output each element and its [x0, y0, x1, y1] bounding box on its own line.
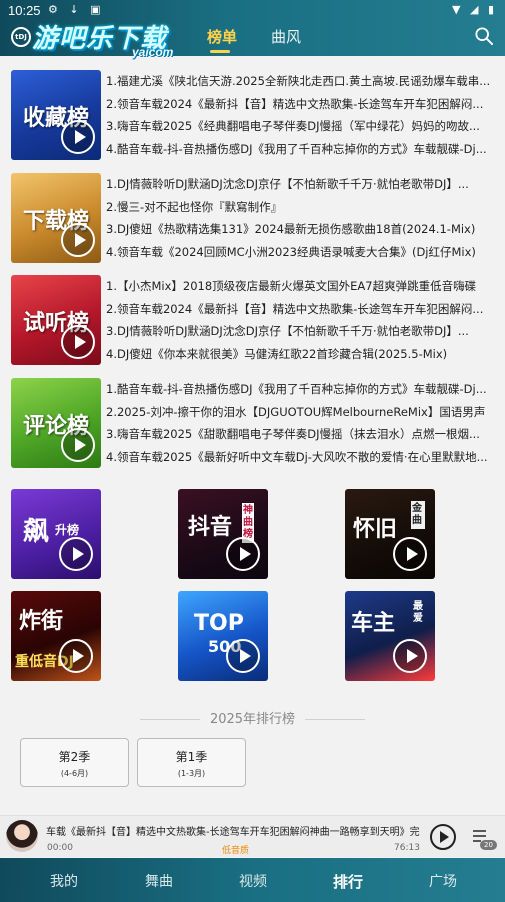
ranking-row-favorites[interactable]: 收藏榜 1.福建尤溪《陕北信天游.2025全新陕北走西口.黄土高坡.民谣劲爆车载…	[11, 70, 495, 162]
active-tab-indicator	[210, 50, 230, 53]
chart-card-rising[interactable]: 飙 升榜	[11, 489, 101, 579]
track-line[interactable]: 4.酷音车载-抖-音热播伤感DJ《我用了千百种忘掉你的方式》车载靓碟-Dj...	[106, 138, 491, 161]
nav-dance[interactable]: 舞曲	[129, 871, 189, 891]
track-line[interactable]: 2.领音车载2024《最新抖【音】精选中文热歌集-长途驾车开车犯困解闷...	[106, 93, 491, 116]
card-title: 车主	[351, 611, 396, 636]
app-logo-sub: yaicom	[132, 45, 174, 59]
play-icon[interactable]	[61, 223, 95, 257]
tab-genres[interactable]: 曲风	[271, 26, 301, 47]
nav-video[interactable]: 视频	[223, 871, 283, 891]
play-icon[interactable]	[226, 537, 260, 571]
track-line[interactable]: 4.领音车载《2024回顾MC小洲2023经典语录喊麦大合集》(Dj红仔Mix)	[106, 241, 491, 264]
ranking-cover[interactable]: 收藏榜	[11, 70, 101, 160]
chart-card-nostalgia[interactable]: 怀旧 金曲	[345, 489, 435, 579]
nav-square[interactable]: 广场	[413, 871, 473, 891]
card-title: 飙	[23, 517, 50, 547]
app-logo-icon: tDJ	[11, 27, 31, 47]
tab-rankings[interactable]: 榜单	[207, 26, 237, 47]
card-title: TOP	[194, 611, 244, 636]
track-line[interactable]: 3.DJ情薇聆听DJ默涵DJ沈念DJ京仔【不怕新歌千千万·就怕老歌带DJ】...	[106, 320, 491, 343]
track-line[interactable]: 1.DJ情薇聆听DJ默涵DJ沈念DJ京仔【不怕新歌千千万·就怕老歌带DJ】...	[106, 173, 491, 196]
track-line[interactable]: 1.福建尤溪《陕北信天游.2025全新陕北走西口.黄土高坡.民谣劲爆车载串...	[106, 70, 491, 93]
season-button[interactable]: 第2季 (4-6月)	[20, 738, 129, 787]
track-line[interactable]: 2.2025-刘冲-擦干你的泪水【DJGUOTOU辉MelbourneReMix…	[106, 401, 491, 424]
track-list: 1.福建尤溪《陕北信天游.2025全新陕北走西口.黄土高坡.民谣劲爆车载串...…	[106, 70, 491, 160]
now-playing-title[interactable]: 车载《最新抖【音】精选中文热歌集-长途驾车开车犯困解闷神曲一路畅享到天明》完	[46, 823, 424, 838]
bottom-nav: 我的 舞曲 视频 排行 广场	[0, 858, 505, 902]
track-line[interactable]: 3.嗨音车载2025《经典翻唱电子琴伴奏DJ慢摇（军中绿花）妈妈的吻故...	[106, 115, 491, 138]
play-icon[interactable]	[226, 639, 260, 673]
chart-card-top500[interactable]: TOP 500	[178, 591, 268, 681]
play-icon[interactable]	[59, 639, 93, 673]
track-line[interactable]: 2.慢三-对不起也怪你『默寫制作』	[106, 196, 491, 219]
play-icon[interactable]	[393, 537, 427, 571]
card-title: 抖音	[188, 515, 233, 540]
current-time: 00:00	[47, 843, 73, 853]
season-name: 第2季	[58, 750, 91, 764]
track-list: 1.酷音车载-抖-音热播伤感DJ《我用了千百种忘掉你的方式》车载靓碟-Dj...…	[106, 378, 491, 468]
season-button[interactable]: 第1季 (1-3月)	[137, 738, 246, 787]
play-icon[interactable]	[61, 325, 95, 359]
ranking-row-downloads[interactable]: 下载榜 1.DJ情薇聆听DJ默涵DJ沈念DJ京仔【不怕新歌千千万·就怕老歌带DJ…	[11, 173, 495, 265]
ranking-row-trial[interactable]: 试听榜 1.【小杰Mix】2018顶级夜店最新火爆英文国外EA7超爽弹跳重低音嗨…	[11, 275, 495, 367]
card-subtitle: 金曲	[411, 501, 425, 529]
app-header: 10:25 ⚙ ↓ ▣ ▼ ◢ ▮ tDJ 游吧乐下载 yaicom 榜单 曲风	[0, 0, 505, 59]
track-line[interactable]: 4.DJ傻妞《你本来就很美》马健涛红歌22首珍藏合辑(2025.5-Mix)	[106, 343, 491, 366]
status-time: 10:25	[8, 3, 41, 18]
card-subtitle: 升榜	[55, 523, 80, 537]
card-title: 怀旧	[353, 517, 398, 542]
chart-card-douyin[interactable]: 抖音 神曲榜	[178, 489, 268, 579]
section-title: 2025年排行榜	[0, 708, 505, 727]
ranking-row-comments[interactable]: 评论榜 1.酷音车载-抖-音热播伤感DJ《我用了千百种忘掉你的方式》车载靓碟-D…	[11, 378, 495, 470]
season-range: (1-3月)	[177, 769, 206, 778]
total-time: 76:13	[394, 843, 420, 853]
card-subtitle: 最爱	[413, 601, 423, 624]
track-line[interactable]: 3.DJ傻妞《热歌精选集131》2024最新无损伤感歌曲18首(2024.1-M…	[106, 218, 491, 241]
nav-ranking[interactable]: 排行	[318, 871, 378, 892]
ranking-cover[interactable]: 下载榜	[11, 173, 101, 263]
season-range: (4-6月)	[60, 769, 89, 778]
system-icons: ▼ ◢ ▮	[452, 3, 497, 16]
notification-icons: ⚙ ↓ ▣	[48, 3, 105, 16]
play-icon[interactable]	[61, 120, 95, 154]
search-icon[interactable]	[475, 27, 493, 45]
season-name: 第1季	[175, 750, 208, 764]
chart-card-driver[interactable]: 车主 最爱	[345, 591, 435, 681]
track-list: 1.DJ情薇聆听DJ默涵DJ沈念DJ京仔【不怕新歌千千万·就怕老歌带DJ】...…	[106, 173, 491, 263]
track-line[interactable]: 4.领音车载2025《最新好听中文车载Dj-大风吹不散的爱情·在心里默默地...	[106, 446, 491, 469]
queue-count-badge: 20	[480, 840, 497, 850]
track-line[interactable]: 1.【小杰Mix】2018顶级夜店最新火爆英文国外EA7超爽弹跳重低音嗨碟	[106, 275, 491, 298]
status-bar: 10:25 ⚙ ↓ ▣ ▼ ◢ ▮	[0, 0, 505, 20]
nav-mine[interactable]: 我的	[34, 871, 94, 891]
track-line[interactable]: 3.嗨音车载2025《甜歌翻唱电子琴伴奏DJ慢摇（抹去泪水）点燃一根烟...	[106, 423, 491, 446]
play-pause-button[interactable]	[430, 824, 456, 850]
track-line[interactable]: 1.酷音车载-抖-音热播伤感DJ《我用了千百种忘掉你的方式》车载靓碟-Dj...	[106, 378, 491, 401]
ranking-cover[interactable]: 试听榜	[11, 275, 101, 365]
quality-toggle[interactable]: 低音质	[222, 843, 249, 856]
chart-card-street[interactable]: 炸街 重低音DJ	[11, 591, 101, 681]
play-icon[interactable]	[59, 537, 93, 571]
play-icon[interactable]	[393, 639, 427, 673]
track-avatar[interactable]	[6, 820, 38, 852]
card-title: 炸街	[19, 609, 64, 634]
ranking-cover[interactable]: 评论榜	[11, 378, 101, 468]
mini-player[interactable]: 车载《最新抖【音】精选中文热歌集-长途驾车开车犯困解闷神曲一路畅享到天明》完 0…	[0, 815, 505, 857]
play-icon[interactable]	[61, 428, 95, 462]
track-list: 1.【小杰Mix】2018顶级夜店最新火爆英文国外EA7超爽弹跳重低音嗨碟 2.…	[106, 275, 491, 365]
track-line[interactable]: 2.领音车载2024《最新抖【音】精选中文热歌集-长途驾车开车犯困解闷...	[106, 298, 491, 321]
